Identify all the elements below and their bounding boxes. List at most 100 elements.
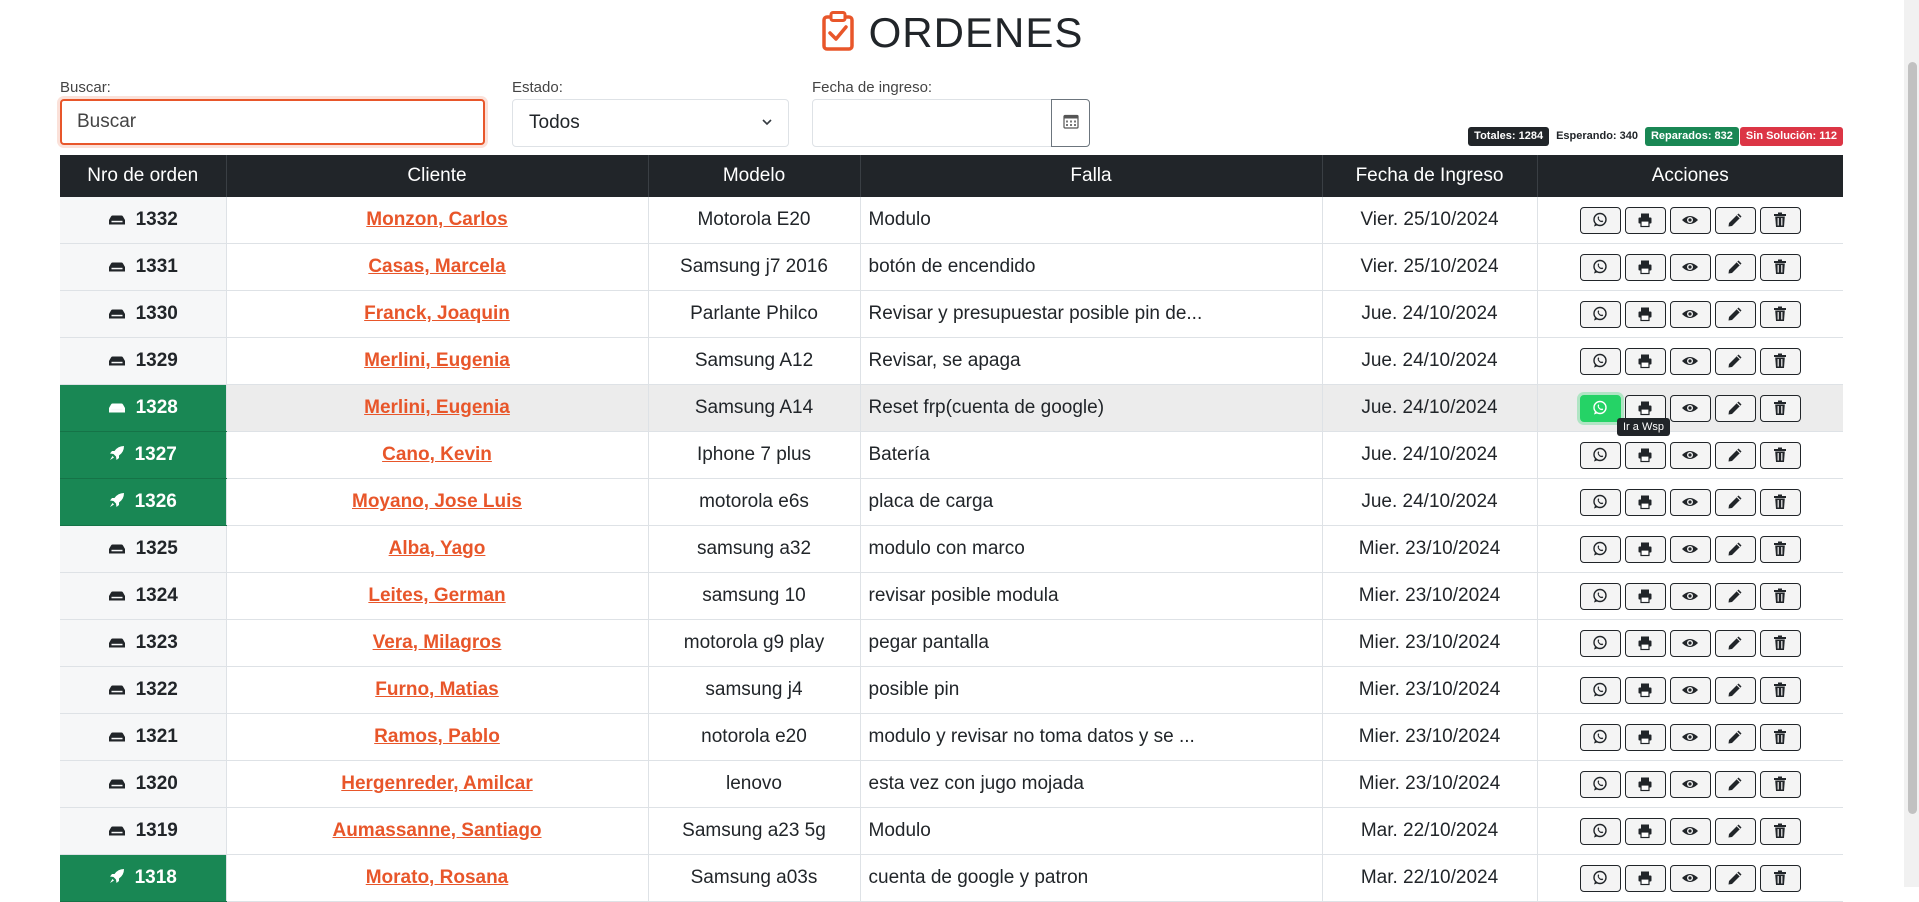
- edit-button[interactable]: [1714, 535, 1756, 563]
- edit-button[interactable]: [1714, 347, 1756, 375]
- print-button[interactable]: [1624, 347, 1666, 375]
- edit-button[interactable]: [1714, 676, 1756, 704]
- print-button[interactable]: [1624, 300, 1666, 328]
- print-button[interactable]: [1624, 817, 1666, 845]
- search-input[interactable]: [60, 99, 485, 145]
- edit-button[interactable]: [1714, 206, 1756, 234]
- client-link[interactable]: Merlini, Eugenia: [364, 350, 510, 371]
- view-button[interactable]: [1669, 300, 1711, 328]
- view-button[interactable]: [1669, 864, 1711, 892]
- calendar-button[interactable]: [1051, 99, 1090, 147]
- delete-button[interactable]: [1759, 347, 1801, 375]
- whatsapp-button[interactable]: [1579, 817, 1621, 845]
- delete-button[interactable]: [1759, 582, 1801, 610]
- delete-button[interactable]: [1759, 817, 1801, 845]
- whatsapp-button[interactable]: [1579, 676, 1621, 704]
- delete-button[interactable]: [1759, 206, 1801, 234]
- whatsapp-button[interactable]: [1579, 347, 1621, 375]
- delete-button[interactable]: [1759, 629, 1801, 657]
- delete-button[interactable]: [1759, 394, 1801, 422]
- client-link[interactable]: Vera, Milagros: [373, 632, 502, 653]
- client-link[interactable]: Furno, Matias: [375, 679, 499, 700]
- print-button[interactable]: [1624, 206, 1666, 234]
- view-button[interactable]: [1669, 817, 1711, 845]
- whatsapp-button[interactable]: [1579, 441, 1621, 469]
- edit-button[interactable]: [1714, 441, 1756, 469]
- client-link[interactable]: Moyano, Jose Luis: [352, 491, 522, 512]
- edit-button[interactable]: [1714, 394, 1756, 422]
- delete-button[interactable]: [1759, 441, 1801, 469]
- whatsapp-button[interactable]: [1579, 864, 1621, 892]
- client-link[interactable]: Casas, Marcela: [368, 256, 505, 277]
- client-link[interactable]: Monzon, Carlos: [366, 209, 507, 230]
- client-link[interactable]: Ramos, Pablo: [374, 726, 500, 747]
- print-button[interactable]: [1624, 723, 1666, 751]
- page-scrollbar[interactable]: [1904, 0, 1919, 887]
- edit-button[interactable]: [1714, 723, 1756, 751]
- print-button[interactable]: [1624, 535, 1666, 563]
- view-button[interactable]: [1669, 347, 1711, 375]
- view-button[interactable]: [1669, 723, 1711, 751]
- edit-button[interactable]: [1714, 864, 1756, 892]
- col-header-falla[interactable]: Falla: [859, 155, 1322, 197]
- client-link[interactable]: Morato, Rosana: [366, 867, 509, 888]
- print-button[interactable]: [1624, 253, 1666, 281]
- client-link[interactable]: Cano, Kevin: [382, 444, 492, 465]
- view-button[interactable]: [1669, 394, 1711, 422]
- edit-button[interactable]: [1714, 629, 1756, 657]
- whatsapp-button[interactable]: [1579, 253, 1621, 281]
- date-input[interactable]: [812, 99, 1052, 147]
- whatsapp-button[interactable]: [1579, 629, 1621, 657]
- whatsapp-button[interactable]: [1579, 300, 1621, 328]
- delete-button[interactable]: [1759, 488, 1801, 516]
- view-button[interactable]: [1669, 535, 1711, 563]
- client-link[interactable]: Franck, Joaquin: [364, 303, 510, 324]
- status-select[interactable]: Todos: [512, 99, 789, 147]
- delete-button[interactable]: [1759, 535, 1801, 563]
- whatsapp-button[interactable]: [1579, 394, 1621, 422]
- print-button[interactable]: [1624, 441, 1666, 469]
- print-button[interactable]: [1624, 864, 1666, 892]
- client-link[interactable]: Merlini, Eugenia: [364, 397, 510, 418]
- view-button[interactable]: [1669, 676, 1711, 704]
- whatsapp-button[interactable]: [1579, 535, 1621, 563]
- edit-button[interactable]: [1714, 817, 1756, 845]
- whatsapp-button[interactable]: [1579, 206, 1621, 234]
- view-button[interactable]: [1669, 770, 1711, 798]
- whatsapp-button[interactable]: [1579, 723, 1621, 751]
- whatsapp-button[interactable]: [1579, 770, 1621, 798]
- view-button[interactable]: [1669, 253, 1711, 281]
- edit-button[interactable]: [1714, 582, 1756, 610]
- delete-button[interactable]: [1759, 676, 1801, 704]
- scrollbar-thumb[interactable]: [1908, 62, 1917, 814]
- whatsapp-button[interactable]: [1579, 488, 1621, 516]
- edit-button[interactable]: [1714, 300, 1756, 328]
- delete-button[interactable]: [1759, 864, 1801, 892]
- print-button[interactable]: [1624, 488, 1666, 516]
- view-button[interactable]: [1669, 441, 1711, 469]
- whatsapp-button[interactable]: [1579, 582, 1621, 610]
- col-header-fecha[interactable]: Fecha de Ingreso: [1321, 155, 1537, 197]
- client-link[interactable]: Leites, German: [368, 585, 505, 606]
- print-button[interactable]: [1624, 582, 1666, 610]
- client-link[interactable]: Alba, Yago: [389, 538, 486, 559]
- print-button[interactable]: [1624, 770, 1666, 798]
- delete-button[interactable]: [1759, 723, 1801, 751]
- view-button[interactable]: [1669, 629, 1711, 657]
- col-header-cliente[interactable]: Cliente: [225, 155, 648, 197]
- view-button[interactable]: [1669, 206, 1711, 234]
- print-button[interactable]: [1624, 676, 1666, 704]
- view-button[interactable]: [1669, 488, 1711, 516]
- col-header-nro[interactable]: Nro de orden: [60, 155, 226, 197]
- delete-button[interactable]: [1759, 770, 1801, 798]
- print-button[interactable]: [1624, 629, 1666, 657]
- delete-button[interactable]: [1759, 300, 1801, 328]
- edit-button[interactable]: [1714, 488, 1756, 516]
- edit-button[interactable]: [1714, 253, 1756, 281]
- edit-button[interactable]: [1714, 770, 1756, 798]
- view-button[interactable]: [1669, 582, 1711, 610]
- col-header-modelo[interactable]: Modelo: [647, 155, 860, 197]
- client-link[interactable]: Aumassanne, Santiago: [332, 820, 541, 841]
- client-link[interactable]: Hergenreder, Amilcar: [341, 773, 533, 794]
- delete-button[interactable]: [1759, 253, 1801, 281]
